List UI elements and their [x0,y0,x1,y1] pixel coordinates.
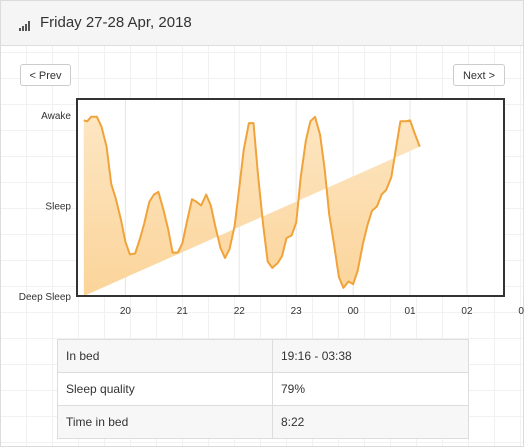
x-tick-label: 22 [234,306,246,317]
stat-value: 79% [272,372,469,406]
sleep-chart-svg: 20 21 22 23 00 01 02 03 Deep Sleep Sleep Awake [19,98,524,317]
table-row: Sleep quality 79% [57,372,469,406]
stat-label: Sleep quality [57,372,273,406]
sleep-panel: Friday 27-28 Apr, 2018 < Prev Next > 20 2… [0,0,524,447]
stat-label: Time in bed [57,405,273,439]
stat-value: 19:16 - 03:38 [272,339,469,373]
y-category-label: Sleep [45,202,71,213]
x-tick-label: 21 [177,306,189,317]
x-tick-label: 03 [518,306,524,317]
table-row: In bed 19:16 - 03:38 [57,339,469,373]
page-title: Friday 27-28 Apr, 2018 [40,14,192,31]
prev-button[interactable]: < Prev [20,64,71,86]
table-row: Time in bed 8:22 [57,405,469,439]
signal-bars-icon [19,21,33,31]
y-category-label: Deep Sleep [19,292,72,303]
sleep-chart: 20 21 22 23 00 01 02 03 Deep Sleep Sleep Awake [1,96,524,326]
x-tick-label: 02 [461,306,473,317]
stat-label: In bed [57,339,273,373]
next-button[interactable]: Next > [453,64,505,86]
x-tick-label: 23 [291,306,303,317]
x-tick-label: 20 [120,306,132,317]
stat-value: 8:22 [272,405,469,439]
x-tick-label: 01 [404,306,416,317]
x-tick-label: 00 [348,306,360,317]
panel-header: Friday 27-28 Apr, 2018 [1,1,523,46]
y-category-label: Awake [41,111,71,122]
sleep-stats-table: In bed 19:16 - 03:38 Sleep quality 79% Time … [57,339,469,439]
